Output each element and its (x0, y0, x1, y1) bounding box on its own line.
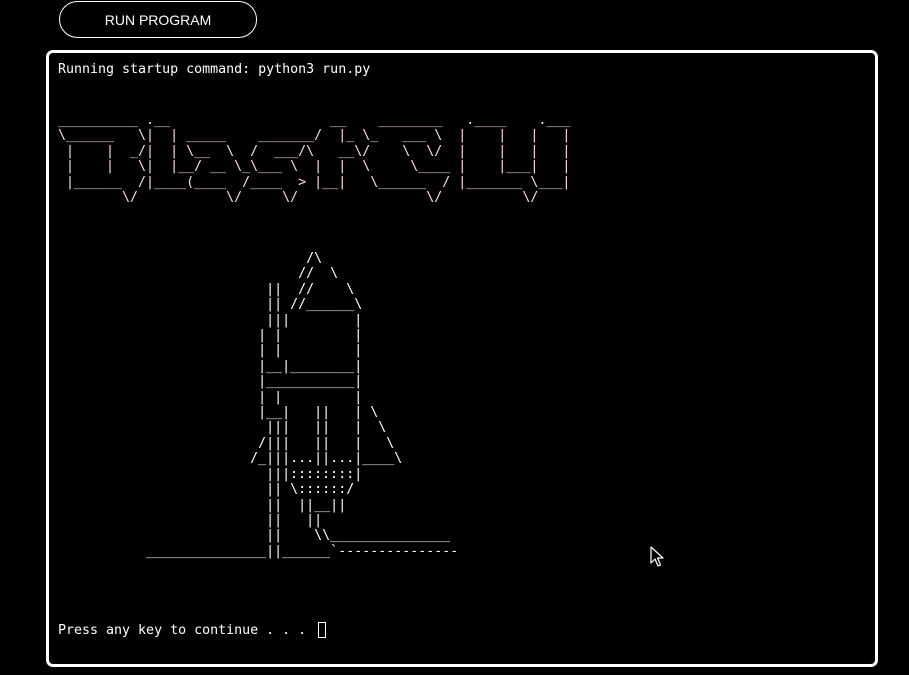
ascii-logo: __________ .__ __ ________ .____ .___ \_… (58, 113, 571, 206)
text-cursor (318, 622, 327, 638)
mouse-pointer-icon (650, 546, 664, 573)
continue-prompt: Press any key to continue . . . (58, 622, 315, 638)
terminal-window[interactable]: Running startup command: python3 run.py … (46, 50, 878, 667)
prompt-line: Press any key to continue . . . (58, 621, 327, 639)
run-program-button[interactable]: RUN PROGRAM (59, 1, 257, 38)
ascii-rocket: /\ // \ || // \ || //______\ ||| | | | | (146, 251, 459, 559)
startup-command-line: Running startup command: python3 run.py (58, 62, 371, 77)
